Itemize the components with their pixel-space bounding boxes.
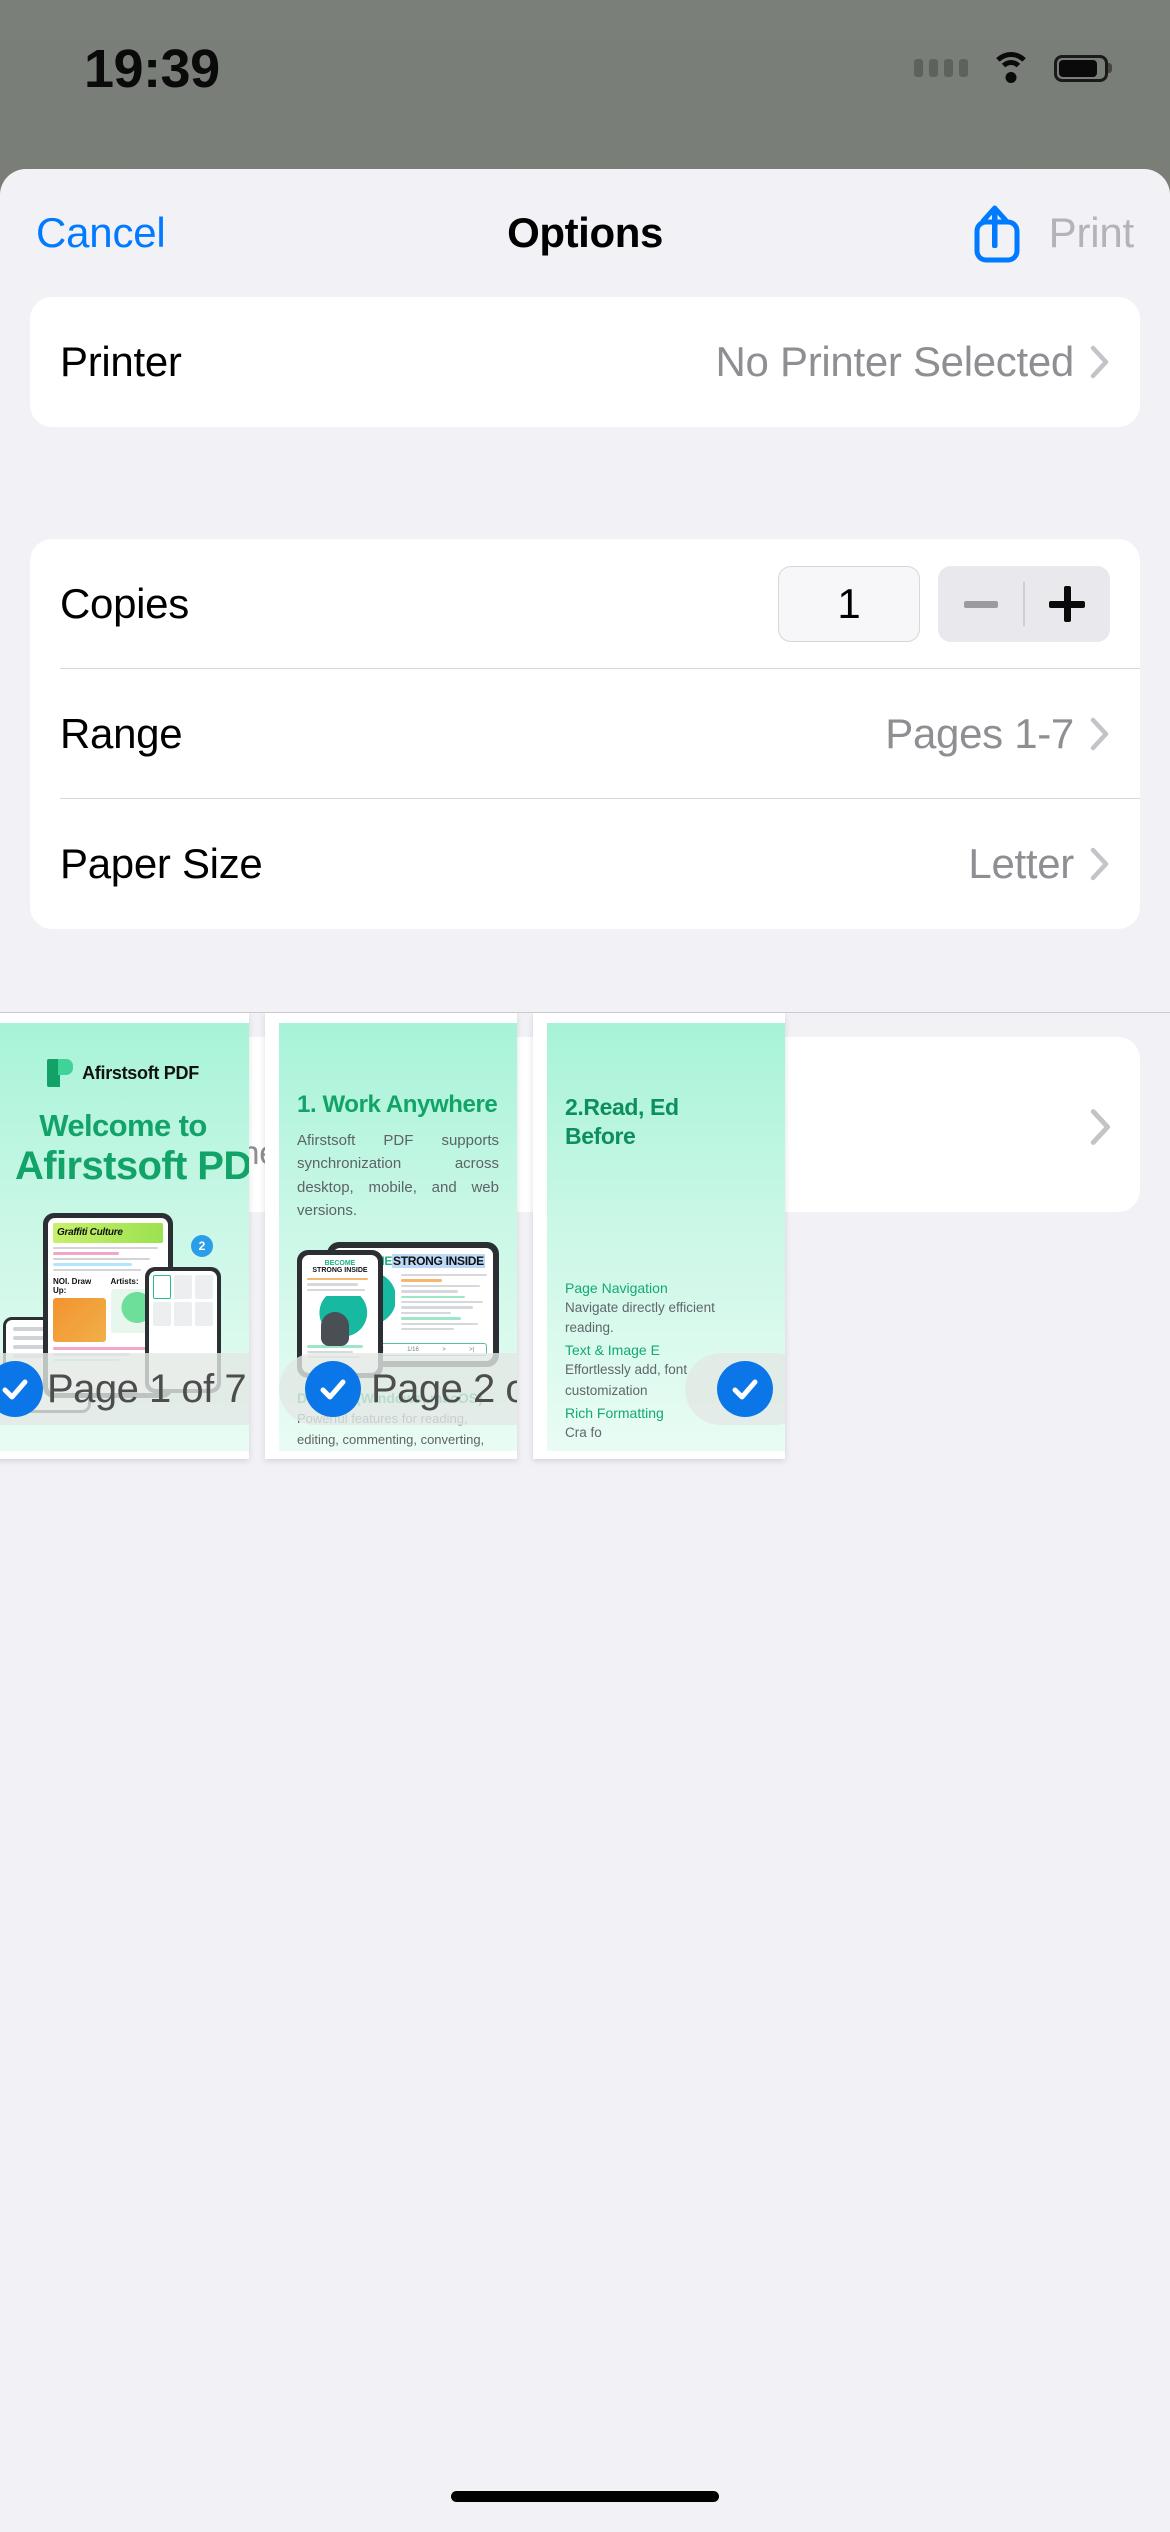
range-value: Pages 1-7 — [885, 710, 1074, 757]
status-bar-clock: 19:39 — [84, 39, 220, 99]
page-3-heading: 2.Read, Ed Before — [565, 1093, 767, 1152]
page-2-description: Afirstsoft PDF supports synchronization … — [297, 1132, 499, 1219]
mock-phone-title: BECOME STRONG INSIDE — [312, 1260, 368, 1274]
page-preview-strip[interactable]: Afirstsoft PDF Welcome to Afirstsoft PDF… — [0, 1013, 1170, 1483]
page-thumbnail[interactable]: Afirstsoft PDF Welcome to Afirstsoft PDF… — [0, 1013, 249, 1459]
printer-value: No Printer Selected — [715, 338, 1075, 385]
page-3-heading-line1: 2.Read, Ed — [565, 1094, 679, 1120]
column-1-heading: NOI. Draw Up: — [53, 1277, 92, 1296]
page-thumbnail[interactable]: 2.Read, Ed Before Page Navigation Naviga… — [533, 1013, 785, 1459]
page-3-heading-line2: Before — [565, 1123, 636, 1150]
copies-increment-button[interactable] — [1025, 566, 1110, 642]
doc-text-lines — [53, 1246, 163, 1272]
graffiti-title: Graffiti Culture — [53, 1222, 163, 1243]
portrait-graphic — [307, 1296, 373, 1347]
plus-icon — [1049, 586, 1086, 622]
chevron-right-icon — [1090, 717, 1110, 751]
page-2-heading: 1. Work Anywhere — [297, 1091, 498, 1118]
checkmark-icon — [717, 1361, 773, 1417]
afirstsoft-logo-icon — [47, 1059, 74, 1087]
range-label: Range — [60, 710, 183, 757]
print-options-sheet: Cancel Options Print Printer No Printer … — [0, 169, 1170, 2532]
chevron-right-icon — [1090, 847, 1110, 881]
page-thumbnail[interactable]: 1. Work Anywhere Afirstsoft PDF supports… — [265, 1013, 517, 1459]
page-grid-preview — [153, 1274, 213, 1326]
checkmark-icon — [305, 1361, 361, 1417]
printer-row[interactable]: Printer No Printer Selected — [30, 297, 1140, 427]
minus-icon — [963, 600, 998, 608]
page-1-heading: Welcome to Afirstsoft PDF — [15, 1108, 249, 1189]
mock-title-dark: STRONG INSIDE — [392, 1254, 485, 1268]
paper-size-value: Letter — [968, 840, 1074, 887]
brand-logo: Afirstsoft PDF — [15, 1059, 231, 1087]
status-bar-indicators — [914, 52, 1108, 84]
page-badge[interactable]: Page 2 of 7 — [279, 1353, 517, 1425]
share-icon[interactable] — [971, 202, 1023, 264]
page-badge[interactable] — [685, 1353, 785, 1425]
page-1-heading-line2: Afirstsoft PDF — [15, 1143, 249, 1188]
cancel-button[interactable]: Cancel — [36, 209, 166, 257]
printer-card: Printer No Printer Selected — [30, 297, 1140, 427]
chevron-right-icon — [1090, 345, 1110, 379]
page-badge-label: Page 2 of 7 — [371, 1366, 517, 1411]
home-indicator — [451, 2491, 719, 2502]
feature-body: Navigate directly efficient reading. — [565, 1299, 715, 1336]
next-section-number: 3. — [565, 1449, 767, 1451]
battery-icon — [1054, 54, 1108, 82]
status-bar: 19:39 — [0, 0, 1170, 170]
feature-body: Cra fo — [565, 1424, 602, 1440]
range-row[interactable]: Range Pages 1-7 — [30, 669, 1140, 799]
illustration-thumb — [53, 1298, 106, 1343]
copies-decrement-button[interactable] — [938, 566, 1023, 642]
copies-stepper — [938, 566, 1110, 642]
page-badge[interactable]: Page 1 of 7 — [0, 1353, 249, 1425]
page-1-heading-line1: Welcome to — [39, 1108, 207, 1143]
feature-heading: Page Navigation — [565, 1279, 668, 1296]
print-button[interactable]: Print — [1049, 209, 1135, 257]
page-badge-label: Page 1 of 7 — [47, 1366, 247, 1411]
copies-label: Copies — [60, 580, 189, 627]
checkmark-icon — [0, 1361, 43, 1417]
mock-text-lines — [401, 1274, 487, 1338]
wifi-icon — [990, 52, 1032, 84]
print-settings-card: Copies 1 Range Pages 1-7 Paper Size Lett… — [30, 539, 1140, 929]
marker-2-badge: 2 — [191, 1234, 213, 1257]
printer-label: Printer — [60, 338, 182, 385]
paper-size-row[interactable]: Paper Size Letter — [30, 799, 1140, 929]
copies-input[interactable]: 1 — [778, 566, 920, 642]
brand-name: Afirstsoft PDF — [82, 1062, 199, 1083]
paper-size-label: Paper Size — [60, 840, 263, 887]
copies-row: Copies 1 — [30, 539, 1140, 669]
cellular-dots-icon — [914, 59, 968, 77]
navigation-bar: Cancel Options Print — [0, 169, 1170, 297]
